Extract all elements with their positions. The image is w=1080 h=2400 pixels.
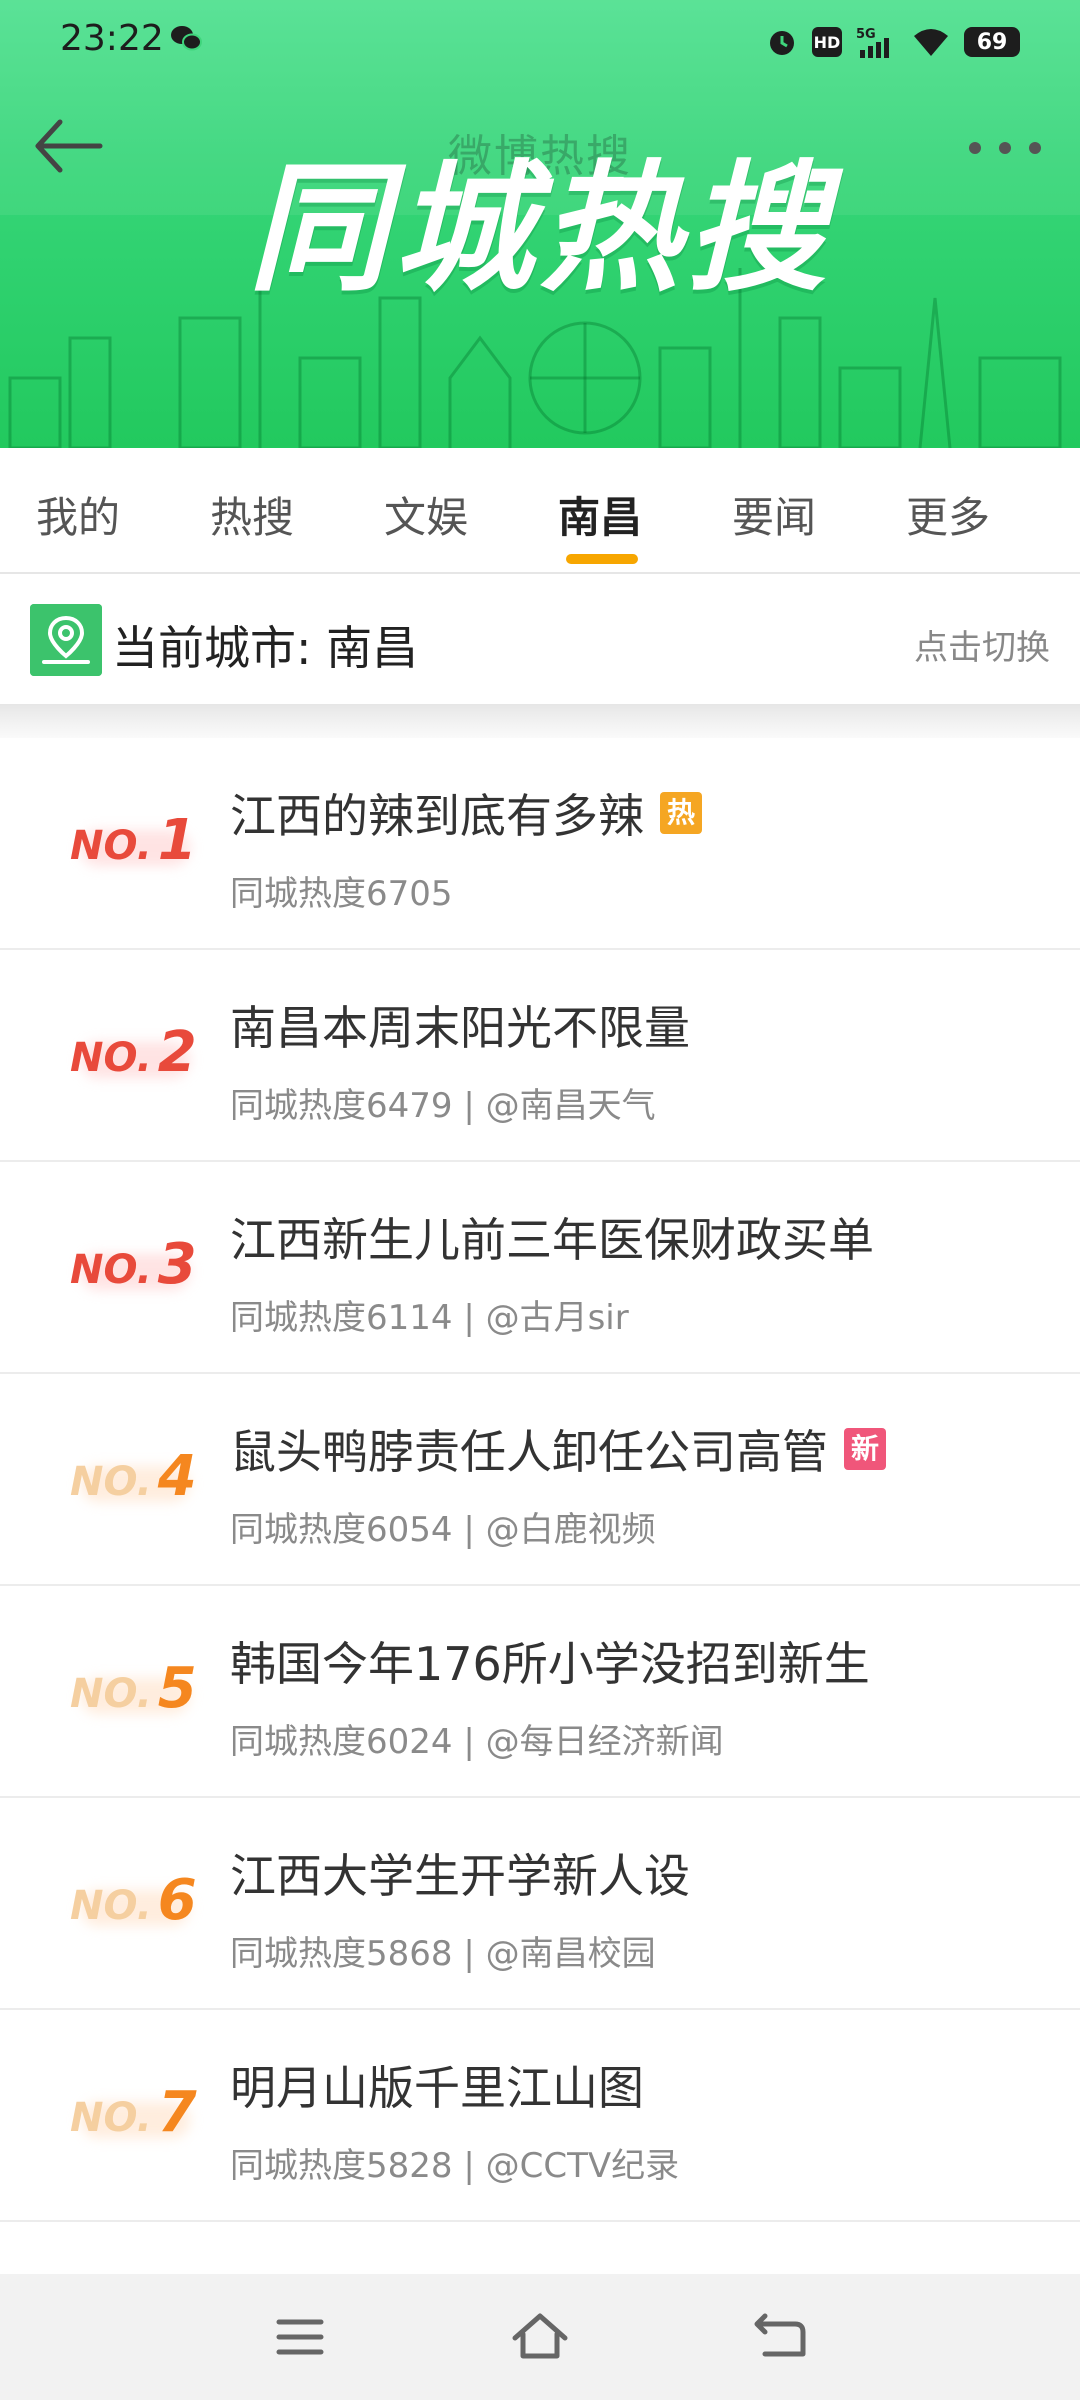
svg-text:5G: 5G	[856, 27, 876, 42]
item-title: 明月山版千里江山图	[230, 2061, 644, 2115]
current-city-label: 当前城市: 南昌	[112, 621, 419, 675]
item-meta: 同城热度6054 | @白鹿视频	[230, 1510, 656, 1550]
rank-label: NO. 3	[70, 1232, 197, 1297]
tab-hot-search[interactable]: 热搜	[210, 484, 294, 545]
location-pin-icon	[30, 604, 102, 676]
list-item[interactable]: NO. 6 江西大学生开学新人设 同城热度5868 | @南昌校园	[0, 1798, 1080, 2010]
rank-label: NO. 4	[70, 1444, 197, 1509]
item-title-line: 韩国今年176所小学没招到新生	[230, 1628, 870, 1694]
status-icons: HD 5G 69	[766, 20, 1020, 64]
switch-city-button[interactable]: 点击切换	[914, 620, 1050, 669]
rank-number: 5	[157, 1656, 197, 1721]
hot-search-list: NO. 1 江西的辣到底有多辣 热 同城热度6705 NO. 2 南昌本周末阳光不限…	[0, 738, 1080, 2222]
hd-badge: HD	[812, 27, 842, 57]
list-item[interactable]: NO. 1 江西的辣到底有多辣 热 同城热度6705	[0, 738, 1080, 950]
tab-nanchang[interactable]: 南昌	[558, 484, 642, 545]
header-banner: 23:22 HD 5G 69 微博热搜 同城热搜	[0, 0, 1080, 448]
item-title: 鼠头鸭脖责任人卸任公司高管	[230, 1425, 828, 1479]
item-meta: 同城热度6479 | @南昌天气	[230, 1086, 656, 1126]
item-title-line: 江西的辣到底有多辣 热	[230, 780, 702, 846]
signal-5g-icon: 5G	[856, 27, 889, 58]
rank-label: NO. 5	[70, 1656, 197, 1721]
item-title: 江西大学生开学新人设	[230, 1849, 690, 1903]
page-title: 同城热搜	[247, 148, 832, 311]
menu-icon[interactable]	[265, 2304, 335, 2370]
rank-number: 2	[157, 1020, 197, 1085]
rank-prefix: NO.	[70, 1883, 152, 1929]
list-item[interactable]: NO. 4 鼠头鸭脖责任人卸任公司高管 新 同城热度6054 | @白鹿视频	[0, 1374, 1080, 1586]
status-bar: 23:22 HD 5G 69	[0, 0, 1080, 84]
item-title: 南昌本周末阳光不限量	[230, 1001, 690, 1055]
list-item[interactable]: NO. 2 南昌本周末阳光不限量 同城热度6479 | @南昌天气	[0, 950, 1080, 1162]
rank-label: NO. 6	[70, 1868, 197, 1933]
item-title: 江西新生儿前三年医保财政买单	[230, 1213, 874, 1267]
item-title: 韩国今年176所小学没招到新生	[230, 1637, 870, 1691]
status-time: 23:22	[60, 18, 164, 59]
list-item[interactable]: NO. 3 江西新生儿前三年医保财政买单 同城热度6114 | @古月sir	[0, 1162, 1080, 1374]
rank-number: 3	[157, 1232, 197, 1297]
item-meta: 同城热度6705	[230, 874, 453, 914]
item-meta: 同城热度5868 | @南昌校园	[230, 1934, 656, 1974]
active-tab-indicator	[566, 554, 638, 564]
rank-prefix: NO.	[70, 1035, 152, 1081]
item-title: 江西的辣到底有多辣	[230, 789, 644, 843]
rank-label: NO. 2	[70, 1020, 197, 1085]
more-dots-icon[interactable]	[960, 120, 1050, 176]
rank-label: NO. 1	[70, 808, 197, 873]
tab-entertainment[interactable]: 文娱	[384, 484, 468, 545]
item-meta: 同城热度5828 | @CCTV纪录	[230, 2146, 680, 2186]
category-tabs: 我的 热搜 文娱 南昌 要闻 更多	[0, 448, 1080, 574]
hot-badge: 热	[660, 792, 702, 834]
rank-number: 7	[157, 2080, 197, 2145]
rank-number: 1	[157, 808, 197, 873]
item-title-line: 江西新生儿前三年医保财政买单	[230, 1204, 874, 1270]
item-title-line: 鼠头鸭脖责任人卸任公司高管 新	[230, 1416, 886, 1482]
battery-indicator: 69	[964, 27, 1020, 57]
rank-prefix: NO.	[70, 2095, 152, 2141]
tab-more[interactable]: 更多	[906, 484, 990, 545]
wechat-icon	[171, 26, 202, 51]
rank-number: 6	[157, 1868, 197, 1933]
home-icon[interactable]	[505, 2304, 575, 2370]
list-item[interactable]: NO. 7 明月山版千里江山图 同城热度5828 | @CCTV纪录	[0, 2010, 1080, 2222]
section-divider	[0, 704, 1080, 738]
rank-label: NO. 7	[70, 2080, 197, 2145]
item-title-line: 明月山版千里江山图	[230, 2052, 644, 2118]
return-icon[interactable]	[745, 2304, 815, 2370]
system-nav-bar	[0, 2274, 1080, 2400]
item-title-line: 江西大学生开学新人设	[230, 1840, 690, 1906]
rank-prefix: NO.	[70, 823, 152, 869]
item-meta: 同城热度6024 | @每日经济新闻	[230, 1722, 724, 1762]
tab-mine[interactable]: 我的	[36, 484, 120, 545]
city-bar: 当前城市: 南昌 点击切换	[0, 574, 1080, 704]
item-title-line: 南昌本周末阳光不限量	[230, 992, 690, 1058]
new-badge: 新	[844, 1428, 886, 1470]
wifi-icon	[914, 29, 948, 56]
item-meta: 同城热度6114 | @古月sir	[230, 1298, 629, 1338]
rank-prefix: NO.	[70, 1247, 152, 1293]
rank-prefix: NO.	[70, 1459, 152, 1505]
tab-news[interactable]: 要闻	[732, 484, 816, 545]
rank-prefix: NO.	[70, 1671, 152, 1717]
alarm-icon	[770, 31, 794, 55]
list-item[interactable]: NO. 5 韩国今年176所小学没招到新生 同城热度6024 | @每日经济新闻	[0, 1586, 1080, 1798]
rank-number: 4	[157, 1444, 197, 1509]
